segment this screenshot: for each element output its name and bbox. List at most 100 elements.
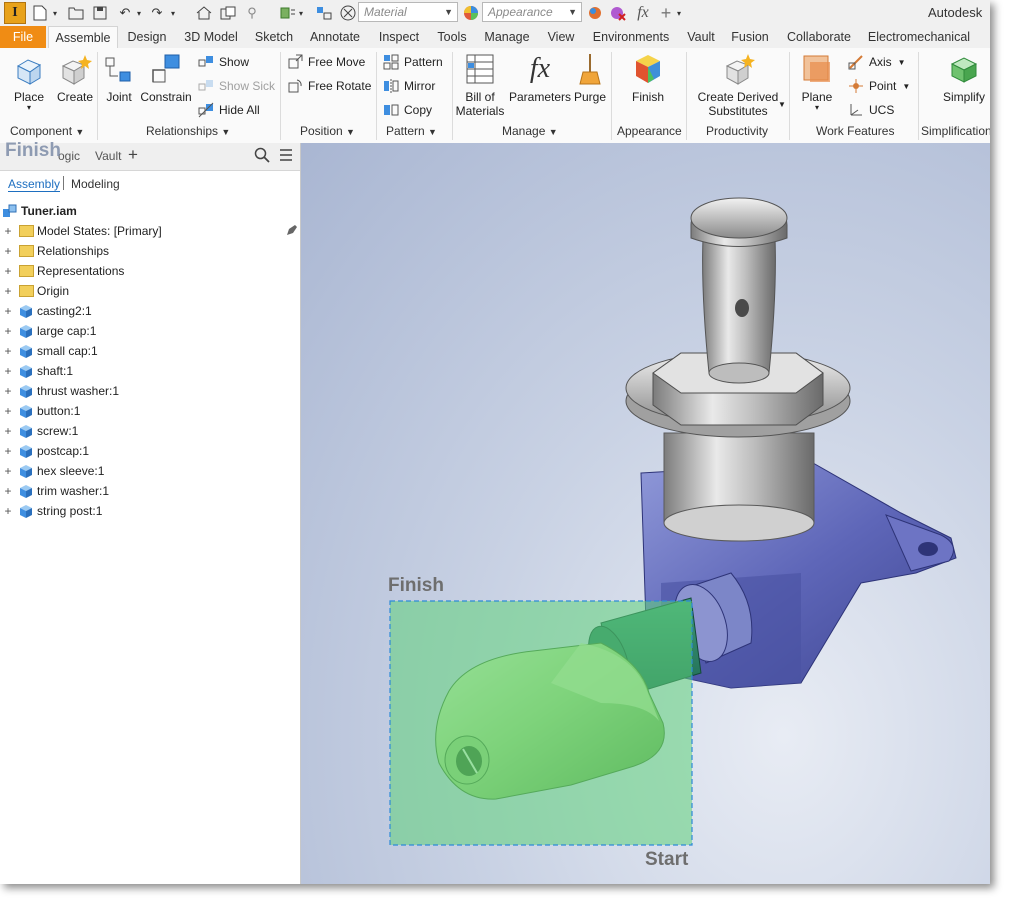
fx-parameters-icon[interactable]: fx [632,3,654,23]
new-dropdown-icon[interactable]: ▾ [50,3,60,23]
expand-plus-icon[interactable]: + [3,284,13,298]
hamburger-menu-icon[interactable] [278,147,294,166]
redo-icon[interactable]: ↷ [146,3,168,23]
tab-annotate[interactable]: Annotate [304,26,366,48]
expand-plus-icon[interactable]: + [3,384,13,398]
expand-plus-icon[interactable]: + [3,444,13,458]
tree-item[interactable]: + Model States: [Primary] [0,221,300,241]
ucs-button[interactable]: UCS [848,100,894,120]
expand-plus-icon[interactable]: + [3,424,13,438]
tab-collaborate[interactable]: Collaborate [781,26,857,48]
save-icon[interactable] [90,3,110,23]
create-button[interactable]: Create [54,52,96,104]
tab-tools[interactable]: Tools [432,26,472,48]
select-filter-icon[interactable]: ⚲ [242,3,262,23]
purge-button[interactable]: Purge [572,52,608,104]
expand-plus-icon[interactable]: + [3,344,13,358]
tuner-assembly-model[interactable] [301,143,990,884]
constrain-button[interactable]: Constrain [138,52,194,104]
create-derived-substitutes-button[interactable]: Create Derived Substitutes [692,52,784,118]
material-dropdown[interactable]: Material ▼ [358,2,458,22]
expand-plus-icon[interactable]: + [3,304,13,318]
point-button[interactable]: Point ▼ [848,76,910,96]
update-dropdown-icon[interactable]: ▾ [296,3,306,23]
new-file-icon[interactable] [30,3,50,23]
ilogic-icon[interactable] [338,3,358,23]
expand-plus-icon[interactable]: + [3,364,13,378]
tab-manage[interactable]: Manage [479,26,535,48]
inventor-logo-icon[interactable]: I [4,2,26,24]
add-browser-icon[interactable]: + [128,145,138,165]
expand-plus-icon[interactable]: + [3,504,13,518]
undo-icon[interactable]: ↶ [114,3,136,23]
window-selection-box[interactable] [389,600,693,846]
expand-plus-icon[interactable]: + [3,404,13,418]
tab-vault[interactable]: Vault [682,26,720,48]
tree-item[interactable]: + large cap:1 [0,321,300,341]
tree-item[interactable]: + screw:1 [0,421,300,441]
customize-dropdown-icon[interactable]: ▾ [674,3,684,23]
expand-plus-icon[interactable]: + [3,484,13,498]
place-button[interactable]: Place ▾ [6,52,52,112]
appearance-dropdown[interactable]: Appearance ▼ [482,2,582,22]
search-icon[interactable] [254,147,270,166]
undo-dropdown-icon[interactable]: ▾ [134,3,144,23]
finish-button[interactable]: Finish [624,52,672,104]
chevron-down-icon[interactable]: ▼ [778,100,786,109]
tree-item[interactable]: + postcap:1 [0,441,300,461]
simplify-button[interactable]: Simplify [940,52,990,104]
redo-dropdown-icon[interactable]: ▾ [168,3,178,23]
tab-environments[interactable]: Environments [587,26,675,48]
tree-item[interactable]: + shaft:1 [0,361,300,381]
tab-file[interactable]: File [0,26,46,48]
joint-button[interactable]: Joint [100,52,138,104]
modeling-subtab[interactable]: Modeling [71,177,120,191]
adjust-appearance-icon[interactable] [585,3,605,23]
appearance-ball-icon[interactable] [461,3,481,23]
tab-inspect[interactable]: Inspect [372,26,426,48]
add-icon[interactable]: + [657,3,675,23]
tree-item[interactable]: + small cap:1 [0,341,300,361]
expand-plus-icon[interactable]: + [3,244,13,258]
manage-panel-label[interactable]: Manage ▼ [502,124,558,138]
expand-plus-icon[interactable]: + [3,464,13,478]
tree-item[interactable]: + Representations [0,261,300,281]
pattern-button[interactable]: Pattern [383,52,443,72]
update-icon[interactable] [278,3,298,23]
tab-3d-model[interactable]: 3D Model [177,26,245,48]
tab-assemble[interactable]: Assemble [48,26,118,48]
copy-button[interactable]: Copy [383,100,432,120]
tree-item[interactable]: + Relationships [0,241,300,261]
graphics-viewport[interactable]: Finish Start [301,143,990,884]
hide-all-button[interactable]: Hide All [198,100,260,120]
tree-root-tuner[interactable]: Tuner.iam [0,201,300,221]
free-move-button[interactable]: Free Move [287,52,365,72]
tree-item[interactable]: + button:1 [0,401,300,421]
bill-of-materials-button[interactable]: Bill of Materials [454,52,506,118]
tab-view[interactable]: View [542,26,580,48]
mirror-button[interactable]: Mirror [383,76,435,96]
axis-button[interactable]: Axis ▼ [848,52,906,72]
plane-button[interactable]: Plane ▾ [797,52,837,112]
show-sick-button[interactable]: Show Sick [198,76,275,96]
bushing[interactable] [663,432,815,542]
expand-plus-icon[interactable]: + [3,324,13,338]
measure-icon[interactable] [314,3,334,23]
relationships-panel-label[interactable]: Relationships ▼ [146,124,230,138]
tab-fusion[interactable]: Fusion [727,26,773,48]
assembly-subtab[interactable]: Assembly [8,177,61,192]
tree-item[interactable]: + trim washer:1 [0,481,300,501]
parameters-button[interactable]: fx Parameters [508,52,572,104]
ilogic-tab[interactable]: ogic [58,149,80,163]
tree-item[interactable]: + casting2:1 [0,301,300,321]
tree-item[interactable]: + string post:1 [0,501,300,521]
expand-plus-icon[interactable]: + [3,264,13,278]
show-button[interactable]: Show [198,52,249,72]
tab-design[interactable]: Design [121,26,173,48]
free-rotate-button[interactable]: Free Rotate [287,76,371,96]
position-panel-label[interactable]: Position ▼ [300,124,355,138]
clear-appearance-icon[interactable] [608,3,628,23]
tab-electromechanical[interactable]: Electromechanical [864,26,974,48]
project-icon[interactable] [218,3,238,23]
home-icon[interactable] [194,3,214,23]
